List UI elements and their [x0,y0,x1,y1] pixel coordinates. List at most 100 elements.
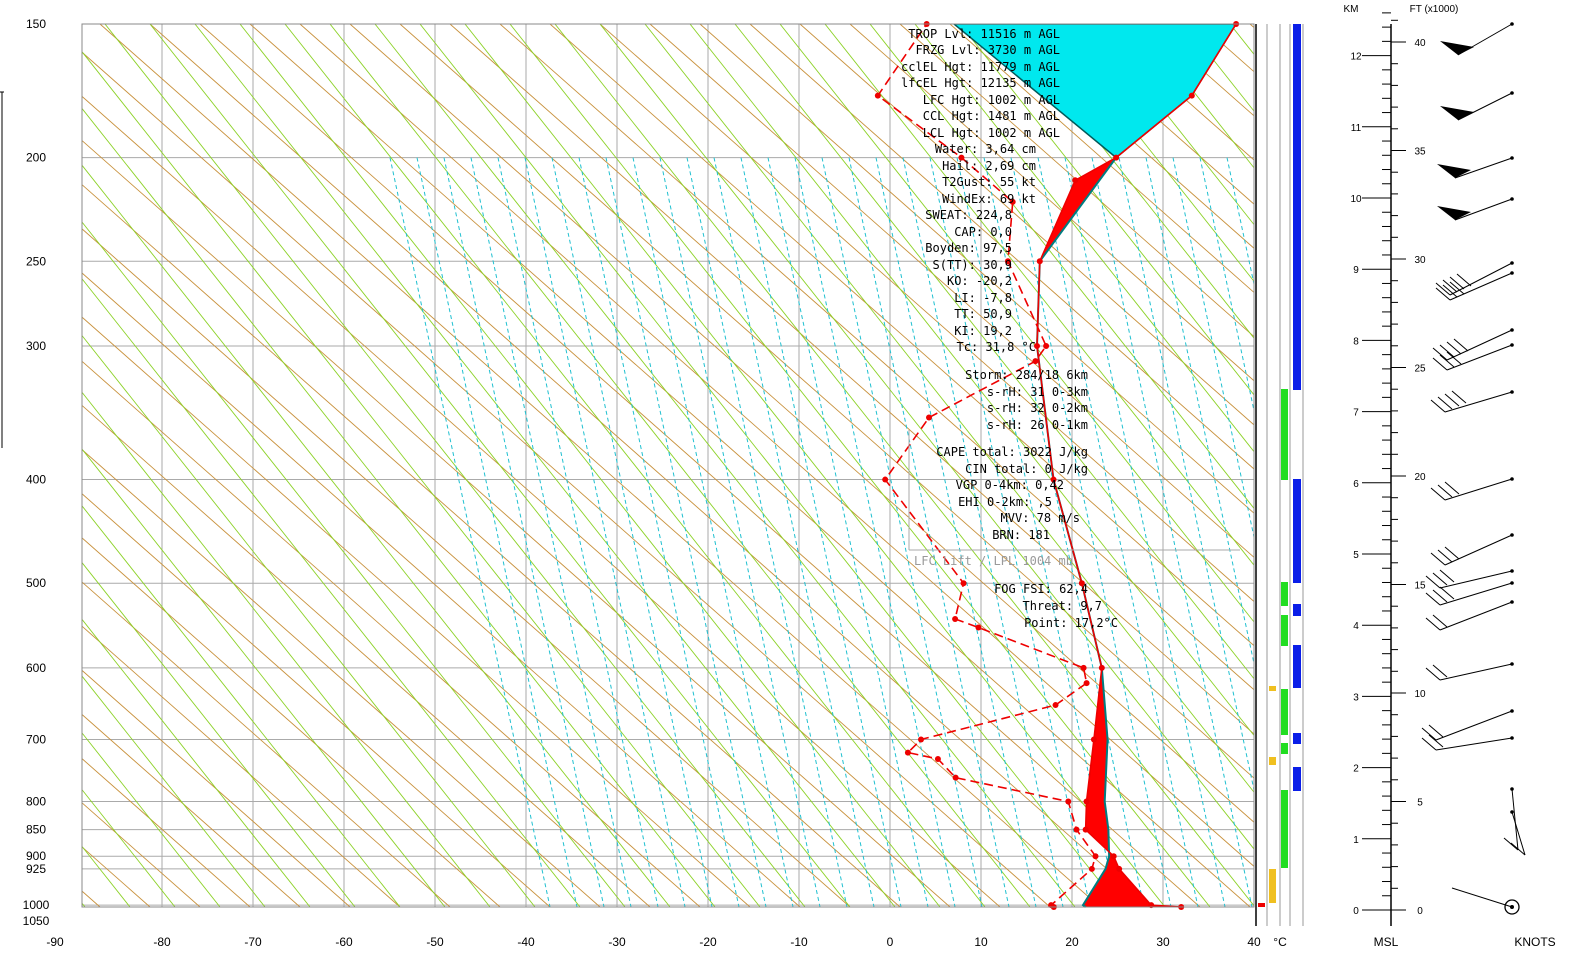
ft-tick-label: 10 [1414,689,1426,700]
km-tick-label: 10 [1350,194,1362,205]
ft-tick-label: 30 [1414,255,1426,266]
km-tick-label: 7 [1353,408,1359,419]
cloud-bar-green [1281,582,1288,606]
index-line: LI: -7,8 [954,291,1012,305]
mixing-ratio-line [578,157,740,907]
dewpoint-point [918,736,925,743]
msl-label: MSL [1374,935,1399,949]
dewpoint-point [882,476,889,483]
moist-adiabat [239,24,941,907]
temperature-tick-label: -50 [426,935,444,949]
moist-adiabat [1320,24,1581,907]
temperature-tick-label: -70 [244,935,262,949]
dewpoint-point [874,92,881,99]
temperature-point [1098,664,1105,671]
wind-barb-shaft [1435,737,1513,751]
dewpoint-point [1065,798,1072,805]
celsius-label: °C [1273,935,1287,949]
cape-line: CAPE total: 3022 J/kg [936,445,1088,459]
dry-adiabat [82,228,851,907]
pressure-tick-label: 250 [26,254,46,268]
moist-adiabat [1184,24,1254,112]
index-line: WindEx: 69 kt [942,192,1036,206]
pressure-tick-label: 150 [26,17,46,31]
wind-barb-flag [1437,164,1471,178]
index-line: Boyden: 97,5 [925,241,1012,255]
index-line: Tc: 31,8 °C [957,340,1036,354]
storm-line: Storm: 284/18 6km [965,368,1088,382]
index-line: KI: 19,2 [954,324,1012,338]
temperature-point [1113,154,1120,161]
mixing-ratio-line [1037,157,1199,907]
dry-adiabat [82,846,151,907]
pressure-tick-label: 850 [26,823,46,837]
temperature-point [1083,798,1090,805]
mixing-ratio-line [470,157,632,907]
moist-adiabat [1455,24,1581,907]
dry-adiabat [82,404,651,907]
temperature-tick-label: -40 [517,935,535,949]
cloud-bar-blue [1293,604,1301,616]
pressure-tick-label: 500 [26,576,46,590]
index-line: CAP: 0,0 [954,225,1012,239]
km-tick-label: 2 [1353,764,1359,775]
ft-tick-label: 20 [1414,472,1426,483]
km-tick-label: 11 [1351,123,1362,134]
temperature-point [1188,92,1195,99]
ft-tick-label: 25 [1414,364,1426,375]
ft-tick-label: 5 [1417,798,1423,809]
side-panel-layer: 0123456789101112130510152025303540 [1255,12,1526,926]
cloud-bar-blue [1293,24,1301,390]
km-tick-label: 3 [1353,692,1359,703]
index-line: Water: 3,64 cm [935,142,1036,156]
wind-barb-dot [1510,736,1514,740]
moist-adiabat [82,561,356,907]
wind-barb-dot [1510,343,1514,347]
dewpoint-point [960,580,967,587]
wind-barb-shaft [1511,811,1526,856]
index-line: S(TT): 30,9 [933,258,1012,272]
dry-adiabat [1550,24,1581,907]
wind-barb-dot [1510,261,1514,265]
dewpoint-point [1088,865,1095,872]
km-tick-label: 5 [1353,550,1359,561]
wind-barb-shaft [1444,478,1513,501]
temperature-point [1082,826,1089,833]
moist-adiabat [82,845,131,907]
pressure-tick-label: 1000 [23,898,50,912]
wind-barb-shaft [1454,198,1513,221]
precip-bar [1269,757,1276,765]
dry-adiabat [1099,24,1254,161]
moist-adiabat [82,221,626,907]
skewt-diagram: 1502002503004005006007008008509009251000… [0,4,1581,949]
temperature-point [1110,853,1117,860]
temperature-point [1036,258,1043,265]
pressure-tick-label: 925 [26,862,46,876]
wind-barb-shaft [1454,157,1513,179]
wind-barb-flag [1440,106,1474,120]
fog-line: Point: 17,2°C [1024,616,1118,630]
dewpoint-point [926,414,933,421]
dewpoint-point [1032,358,1039,365]
index-line: TROP Lvl: 11516 m AGL [908,27,1060,41]
temperature-point [1116,865,1123,872]
wind-barb-shaft [1439,582,1513,606]
ft-tick-label: 15 [1414,581,1426,592]
index-line: TT: 50,9 [954,307,1012,321]
precip-bar [1269,869,1276,903]
storm-line: s-rH: 32 0-2km [987,401,1088,415]
fog-line: Threat: 9,7 [1023,599,1102,613]
cloud-bar-green [1281,790,1288,868]
cloud-bar-blue [1293,479,1301,583]
moist-adiabat [779,24,1254,623]
moist-adiabat [82,278,581,907]
storm-line: s-rH: 31 0-3km [987,385,1088,399]
wind-barb-dot [1510,271,1514,275]
storm-line: s-rH: 26 0-1km [987,418,1088,432]
dry-adiabat [82,669,351,907]
cape-line: VGP 0-4km: 0,42 [956,478,1064,492]
pressure-tick-label: 1050 [23,914,50,928]
calm-center-dot [1510,905,1514,909]
dewpoint-point [975,624,982,631]
km-tick-label: 0 [1353,906,1359,917]
